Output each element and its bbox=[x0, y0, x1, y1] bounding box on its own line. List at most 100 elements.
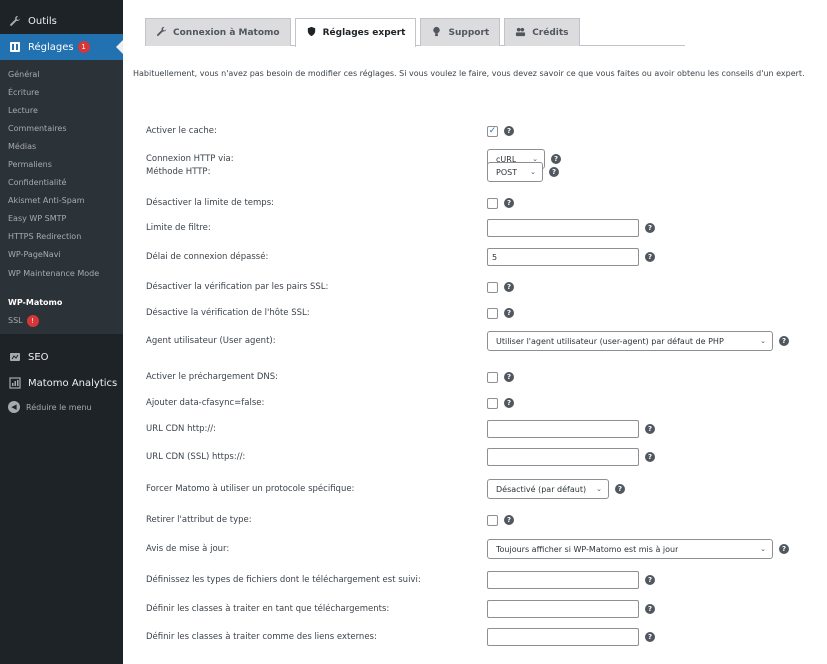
setting-checkbox[interactable] bbox=[487, 281, 498, 293]
setting-field: ? bbox=[487, 307, 514, 319]
analytics-icon bbox=[8, 376, 22, 390]
setting-select-value: Utiliser l'agent utilisateur (user-agent… bbox=[496, 336, 724, 346]
help-icon[interactable]: ? bbox=[549, 167, 559, 177]
submenu-privacy[interactable]: Confidentialité bbox=[0, 174, 123, 192]
setting-text-input[interactable] bbox=[487, 219, 639, 237]
setting-select[interactable]: Toujours afficher si WP-Matomo est mis à… bbox=[487, 539, 773, 559]
tab-support[interactable]: Support bbox=[420, 18, 501, 46]
menu-item-seo[interactable]: SEO bbox=[0, 344, 123, 370]
menu-item-matomo-analytics-label: Matomo Analytics bbox=[28, 377, 118, 389]
setting-label: Limite de filtre: bbox=[146, 223, 211, 233]
help-icon[interactable]: ? bbox=[645, 252, 655, 262]
submenu-discussion[interactable]: Commentaires bbox=[0, 120, 123, 138]
help-icon[interactable]: ? bbox=[645, 575, 655, 585]
help-icon[interactable]: ? bbox=[779, 544, 789, 554]
setting-text-input[interactable] bbox=[487, 628, 639, 646]
menu-item-tools[interactable]: Outils bbox=[0, 8, 123, 34]
settings-tabs: Connexion à Matomo Réglages expert Suppo… bbox=[145, 18, 685, 47]
setting-text-input[interactable] bbox=[487, 448, 639, 466]
submenu-general[interactable]: Général bbox=[0, 66, 123, 84]
setting-row: Limite de filtre:? bbox=[146, 218, 826, 238]
setting-checkbox[interactable] bbox=[487, 197, 498, 209]
tab-connexion-matomo[interactable]: Connexion à Matomo bbox=[145, 18, 291, 46]
setting-text-input[interactable] bbox=[487, 571, 639, 589]
help-icon[interactable]: ? bbox=[504, 372, 514, 382]
setting-row: Délai de connexion dépassé:? bbox=[146, 247, 826, 267]
setting-row: Agent utilisateur (User agent): Utiliser … bbox=[146, 331, 826, 351]
submenu-https-redirection[interactable]: HTTPS Redirection bbox=[0, 228, 123, 246]
setting-row: Désactive la vérification de l'hôte SSL:… bbox=[146, 303, 826, 323]
setting-text-input[interactable] bbox=[487, 420, 639, 438]
help-icon[interactable]: ? bbox=[645, 452, 655, 462]
setting-label: Désactiver la limite de temps: bbox=[146, 198, 274, 208]
setting-select[interactable]: POST ⌄ bbox=[487, 162, 543, 182]
setting-text-input[interactable] bbox=[487, 248, 639, 266]
chevron-down-icon: ⌄ bbox=[760, 545, 766, 553]
intro-text: Habituellement, vous n'avez pas besoin d… bbox=[133, 69, 805, 78]
help-icon[interactable]: ? bbox=[504, 198, 514, 208]
setting-checkbox[interactable] bbox=[487, 397, 498, 409]
help-icon[interactable]: ? bbox=[615, 484, 625, 494]
help-icon[interactable]: ? bbox=[504, 126, 514, 136]
chevron-down-icon: ⌄ bbox=[596, 485, 602, 493]
submenu-akismet[interactable]: Akismet Anti-Spam bbox=[0, 192, 123, 210]
submenu-media[interactable]: Médias bbox=[0, 138, 123, 156]
setting-label: Méthode HTTP: bbox=[146, 167, 211, 177]
setting-checkbox[interactable] bbox=[487, 514, 498, 526]
setting-checkbox[interactable] bbox=[487, 371, 498, 383]
setting-label: Définir les classes à traiter en tant qu… bbox=[146, 604, 390, 614]
menu-item-matomo-analytics[interactable]: Matomo Analytics bbox=[0, 370, 123, 396]
setting-field: ? bbox=[487, 397, 514, 409]
help-icon[interactable]: ? bbox=[645, 424, 655, 434]
help-icon[interactable]: ? bbox=[645, 223, 655, 233]
setting-field: ? bbox=[487, 514, 514, 526]
setting-select[interactable]: Utiliser l'agent utilisateur (user-agent… bbox=[487, 331, 773, 351]
menu-item-settings[interactable]: Réglages 1 bbox=[0, 34, 123, 60]
help-icon[interactable]: ? bbox=[645, 604, 655, 614]
submenu-easy-wp-smtp[interactable]: Easy WP SMTP bbox=[0, 210, 123, 228]
setting-row: Définir les classes à traiter en tant qu… bbox=[146, 599, 826, 619]
submenu-wp-maintenance-mode[interactable]: WP Maintenance Mode bbox=[0, 264, 123, 294]
help-icon[interactable]: ? bbox=[779, 336, 789, 346]
help-icon[interactable]: ? bbox=[504, 308, 514, 318]
chevron-down-icon: ⌄ bbox=[760, 337, 766, 345]
submenu-wp-pagenavi[interactable]: WP-PageNavi bbox=[0, 246, 123, 264]
help-icon[interactable]: ? bbox=[504, 515, 514, 525]
setting-row: Forcer Matomo à utiliser un protocole sp… bbox=[146, 479, 826, 499]
setting-checkbox[interactable]: ✓ bbox=[487, 125, 498, 137]
help-icon[interactable]: ? bbox=[504, 398, 514, 408]
submenu-reading[interactable]: Lecture bbox=[0, 102, 123, 120]
setting-select-value: Toujours afficher si WP-Matomo est mis à… bbox=[496, 544, 679, 554]
menu-item-seo-label: SEO bbox=[28, 351, 49, 363]
setting-field: POST ⌄? bbox=[487, 162, 559, 182]
menu-item-tools-label: Outils bbox=[28, 15, 57, 27]
group-icon bbox=[515, 26, 526, 40]
tab-support-label: Support bbox=[448, 27, 490, 38]
collapse-menu-button[interactable]: ◀ Réduire le menu bbox=[0, 396, 123, 418]
submenu-permalinks[interactable]: Permaliens bbox=[0, 156, 123, 174]
submenu-ssl[interactable]: SSL! bbox=[0, 312, 123, 330]
lightbulb-icon bbox=[431, 26, 442, 40]
setting-row: Activer le cache: ✓? bbox=[146, 121, 826, 141]
ssl-alert-badge: ! bbox=[26, 315, 39, 327]
submenu-writing[interactable]: Écriture bbox=[0, 84, 123, 102]
help-icon[interactable]: ? bbox=[504, 282, 514, 292]
setting-field: ? bbox=[487, 600, 655, 618]
settings-submenu: Général Écriture Lecture Commentaires Mé… bbox=[0, 60, 123, 334]
tab-reglages-expert[interactable]: Réglages expert bbox=[294, 18, 417, 47]
setting-checkbox[interactable] bbox=[487, 307, 498, 319]
setting-field: ? bbox=[487, 219, 655, 237]
setting-field: Désactivé (par défaut) ⌄? bbox=[487, 479, 625, 499]
setting-row: Définir les classes à traiter comme des … bbox=[146, 627, 826, 647]
setting-select-value: Désactivé (par défaut) bbox=[496, 484, 587, 494]
setting-label: Activer le préchargement DNS: bbox=[146, 372, 279, 382]
submenu-wp-matomo[interactable]: WP-Matomo bbox=[0, 294, 123, 312]
help-icon[interactable]: ? bbox=[645, 632, 655, 642]
setting-field: ? bbox=[487, 628, 655, 646]
collapse-arrow-icon: ◀ bbox=[8, 401, 20, 413]
setting-select[interactable]: Désactivé (par défaut) ⌄ bbox=[487, 479, 609, 499]
tab-credits[interactable]: Crédits bbox=[504, 18, 580, 46]
setting-label: URL CDN http://: bbox=[146, 424, 217, 434]
setting-text-input[interactable] bbox=[487, 600, 639, 618]
setting-field: Toujours afficher si WP-Matomo est mis à… bbox=[487, 539, 789, 559]
